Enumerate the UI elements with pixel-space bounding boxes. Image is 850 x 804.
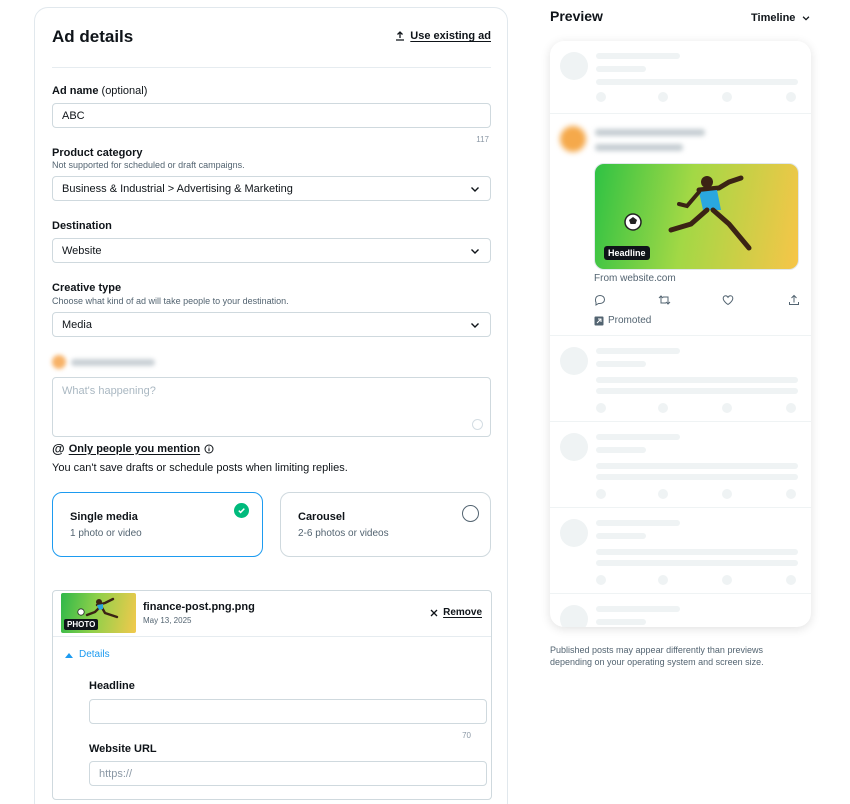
reply-setting[interactable]: @ Only people you mention	[52, 441, 214, 456]
website-url-label: Website URL	[89, 743, 157, 755]
media-item: PHOTO finance-post.png.png May 13, 2025 …	[52, 590, 492, 800]
ad-name-optional: (optional)	[101, 85, 148, 97]
account-name-blurred	[71, 358, 155, 366]
product-category-sub: Not supported for scheduled or draft cam…	[52, 160, 245, 170]
at-icon: @	[52, 441, 65, 456]
ad-name-counter: 117	[476, 135, 489, 144]
ad-name-label: Ad name (optional)	[52, 85, 147, 97]
destination-label: Destination	[52, 220, 112, 232]
chevron-down-icon	[471, 248, 479, 254]
account-identity-blurred	[52, 355, 155, 369]
remove-label: Remove	[443, 607, 482, 618]
details-label: Details	[79, 649, 110, 660]
avatar	[52, 355, 66, 369]
preview-view-value: Timeline	[751, 12, 796, 24]
product-category-value: Business & Industrial > Advertising & Ma…	[62, 182, 293, 195]
post-text-input[interactable]: What's happening?	[52, 377, 491, 437]
ad-details-panel: Ad details Use existing ad Ad name (opti…	[34, 7, 508, 804]
repost-icon[interactable]	[658, 293, 671, 311]
creative-type-label: Creative type	[52, 282, 122, 294]
post-text-blurred	[595, 144, 683, 151]
promoted-text: Promoted	[608, 315, 652, 326]
preview-timeline: Headline From website.com Promoted	[550, 41, 811, 627]
reply-icon[interactable]	[594, 293, 606, 311]
headline-badge: Headline	[604, 246, 650, 260]
skeleton-post	[550, 41, 811, 114]
headline-label: Headline	[89, 680, 135, 692]
ad-preview-post: Headline From website.com Promoted	[550, 114, 811, 336]
photo-badge: PHOTO	[64, 619, 99, 630]
like-icon[interactable]	[722, 293, 734, 311]
carousel-option[interactable]: Carousel 2-6 photos or videos	[280, 492, 491, 557]
skeleton-post	[550, 336, 811, 422]
share-icon[interactable]	[788, 293, 800, 311]
ad-preview-image[interactable]: Headline	[594, 163, 799, 270]
skeleton-post	[550, 422, 811, 508]
media-item-header: PHOTO finance-post.png.png May 13, 2025 …	[53, 591, 491, 637]
product-category-select[interactable]: Business & Industrial > Advertising & Ma…	[52, 176, 491, 201]
check-icon	[234, 503, 249, 518]
headline-input[interactable]	[89, 699, 487, 724]
divider	[52, 67, 491, 68]
info-icon[interactable]	[204, 444, 214, 454]
reply-setting-link[interactable]: Only people you mention	[69, 443, 200, 455]
product-category-label: Product category	[52, 147, 143, 159]
panel-title: Ad details	[52, 27, 134, 46]
chevron-down-icon	[803, 16, 810, 21]
preview-title: Preview	[550, 8, 603, 24]
single-media-option[interactable]: Single media 1 photo or video	[52, 492, 263, 557]
media-thumbnail: PHOTO	[61, 593, 136, 633]
preview-view-select[interactable]: Timeline	[751, 12, 811, 24]
single-media-sub: 1 photo or video	[70, 528, 142, 539]
post-actions	[594, 293, 799, 307]
carousel-title: Carousel	[298, 511, 346, 523]
creative-type-value: Media	[62, 318, 92, 331]
account-name-blurred	[595, 129, 705, 136]
website-url-placeholder: https://	[99, 767, 133, 780]
skeleton-post	[550, 508, 811, 594]
caret-up-icon	[65, 652, 73, 658]
carousel-sub: 2-6 photos or videos	[298, 528, 389, 539]
post-text-placeholder: What's happening?	[62, 385, 156, 397]
single-media-title: Single media	[70, 511, 138, 523]
chevron-down-icon	[471, 186, 479, 192]
remove-media-button[interactable]: Remove	[430, 607, 482, 618]
promoted-icon	[594, 316, 604, 325]
destination-select[interactable]: Website	[52, 238, 491, 263]
close-icon	[430, 609, 438, 616]
radio-icon	[462, 505, 479, 522]
chevron-down-icon	[471, 322, 479, 328]
media-file-name: finance-post.png.png	[143, 601, 255, 613]
media-date: May 13, 2025	[143, 616, 192, 625]
headline-counter: 70	[462, 731, 471, 740]
preview-disclaimer: Published posts may appear differently t…	[550, 645, 764, 667]
ad-name-label-text: Ad name	[52, 85, 99, 97]
details-toggle[interactable]: Details	[65, 649, 110, 660]
website-url-input[interactable]: https://	[89, 761, 487, 786]
creative-type-sub: Choose what kind of ad will take people …	[52, 296, 289, 306]
avatar	[560, 126, 586, 152]
destination-value: Website	[62, 244, 102, 257]
skeleton-post	[550, 594, 811, 627]
upload-icon	[396, 31, 405, 41]
use-existing-ad-button[interactable]: Use existing ad	[395, 30, 491, 42]
creative-type-select[interactable]: Media	[52, 312, 491, 337]
from-domain: From website.com	[594, 273, 676, 284]
ad-name-input[interactable]: ABC	[52, 103, 491, 128]
ad-name-value: ABC	[62, 109, 85, 122]
reply-note: You can't save drafts or schedule posts …	[52, 462, 348, 474]
promoted-label: Promoted	[594, 315, 651, 326]
character-count-ring	[472, 419, 483, 430]
use-existing-ad-label: Use existing ad	[410, 30, 491, 42]
